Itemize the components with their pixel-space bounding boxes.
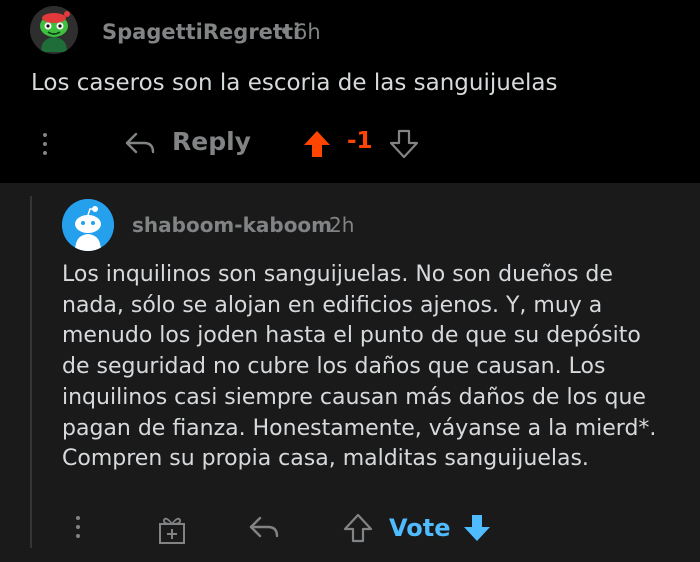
- user-avatar[interactable]: [62, 199, 114, 251]
- upvote-arrow-icon[interactable]: [343, 512, 373, 544]
- comment-body-line: pagan de fianza. Honestamente, váyanse a…: [62, 415, 657, 441]
- award-gift-icon[interactable]: [157, 513, 187, 545]
- separator-dot: •: [279, 20, 292, 44]
- comment-body-line: de seguridad no cubre los daños que caus…: [62, 354, 606, 380]
- snoo-avatar-green-icon: [30, 6, 78, 54]
- comment-body-line: Los inquilinos son sanguijuelas. No son …: [62, 262, 613, 287]
- username[interactable]: shaboom-kaboom: [132, 213, 332, 237]
- reply-button[interactable]: Reply: [172, 127, 251, 156]
- comment-actions: Reply -1: [0, 125, 700, 165]
- downvote-arrow-icon[interactable]: [389, 129, 419, 159]
- comment-body-line: nada, sólo se alojan en edificios ajenos…: [62, 292, 603, 318]
- comment-body: Los caseros son la escoria de las sangui…: [31, 70, 558, 96]
- snoo-avatar-default-icon: [62, 199, 114, 251]
- thread-line[interactable]: [30, 196, 32, 548]
- user-avatar[interactable]: [30, 6, 78, 54]
- comment-body-line: menudo los joden hasta el punto de que s…: [62, 323, 641, 349]
- comment-actions: Vote: [0, 510, 700, 550]
- upvote-arrow-icon[interactable]: [302, 129, 332, 159]
- reply-arrow-icon[interactable]: [248, 515, 280, 539]
- parent-comment: SpagettiRegretti • 6h Los caseros son la…: [0, 0, 700, 183]
- timestamp: 6h: [294, 20, 321, 44]
- comment-body: Los inquilinos son sanguijuelas. No son …: [62, 260, 682, 475]
- timestamp: 2h: [329, 213, 355, 237]
- more-options-button[interactable]: [73, 516, 83, 546]
- downvote-arrow-icon[interactable]: [462, 512, 492, 544]
- username[interactable]: SpagettiRegretti: [102, 20, 300, 44]
- comment-body-line: inquilinos casi siempre causan más daños…: [62, 384, 646, 410]
- more-options-button[interactable]: [40, 133, 50, 163]
- vote-score: -1: [347, 128, 373, 154]
- vote-label: Vote: [389, 514, 451, 542]
- reply-arrow-icon[interactable]: [124, 131, 156, 155]
- comment-body-line: Compren su propia casa, malditas sanguij…: [62, 446, 589, 472]
